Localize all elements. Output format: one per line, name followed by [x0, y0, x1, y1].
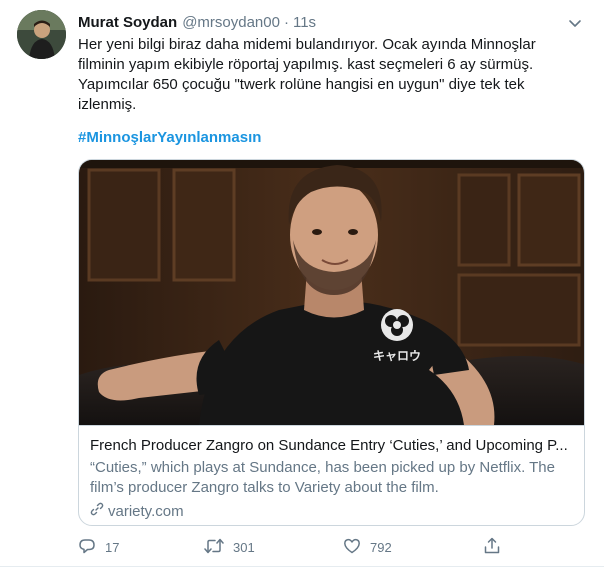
tweet-header: Murat Soydan @mrsoydan00 · 11s — [78, 12, 316, 32]
tweet-text-line: Her yeni bilgi biraz daha midemi bulandı… — [78, 36, 536, 53]
separator-dot: · — [283, 13, 289, 31]
tweet-text-line: Yapımcılar 650 çocuğu "twerk rolüne hang… — [78, 76, 525, 93]
share-button[interactable] — [483, 537, 510, 557]
retweet-button[interactable]: 301 — [204, 537, 255, 557]
tweet-text-line: izlenmiş. — [78, 96, 137, 113]
card-description-line: film’s producer Zangro talks to Variety … — [90, 479, 439, 496]
like-count: 792 — [370, 539, 392, 555]
heart-icon — [343, 537, 370, 558]
reply-count: 17 — [105, 539, 120, 555]
chevron-down-icon[interactable] — [566, 14, 584, 32]
tweet-time[interactable]: 11s — [293, 14, 316, 31]
author-handle[interactable]: @mrsoydan00 — [182, 14, 280, 31]
card-description-line: “Cuties,” which plays at Sundance, has b… — [90, 459, 555, 476]
reply-icon — [78, 537, 105, 558]
reply-button[interactable]: 17 — [78, 537, 119, 557]
card-domain: variety.com — [108, 503, 184, 520]
tweet[interactable]: Murat Soydan @mrsoydan00 · 11s Her yeni … — [0, 0, 604, 567]
avatar[interactable] — [17, 10, 66, 59]
card-meta[interactable]: French Producer Zangro on Sundance Entry… — [79, 425, 584, 525]
retweet-icon — [204, 537, 233, 558]
tweet-actions: 17 301 792 — [78, 537, 585, 557]
like-button[interactable]: 792 — [343, 537, 392, 557]
share-icon — [483, 537, 510, 558]
tweet-text: Her yeni bilgi biraz daha midemi bulandı… — [78, 35, 578, 115]
tweet-text-line: filminin yapım ekibiyle röportaj yapılmı… — [78, 56, 534, 73]
card-image[interactable]: キャロウ — [79, 160, 584, 425]
link-icon — [90, 502, 108, 522]
card-domain-row: variety.com — [90, 502, 184, 522]
retweet-count: 301 — [233, 539, 255, 555]
author-name[interactable]: Murat Soydan — [78, 14, 177, 31]
hashtag-link[interactable]: #MinnoşlarYayınlanmasın — [78, 128, 261, 148]
card-title: French Producer Zangro on Sundance Entry… — [90, 437, 568, 454]
card-description: “Cuties,” which plays at Sundance, has b… — [90, 458, 580, 498]
shirt-text: キャロウ — [373, 349, 421, 363]
link-card[interactable]: キャロウ French Producer Zangro on Sundance … — [78, 159, 585, 526]
